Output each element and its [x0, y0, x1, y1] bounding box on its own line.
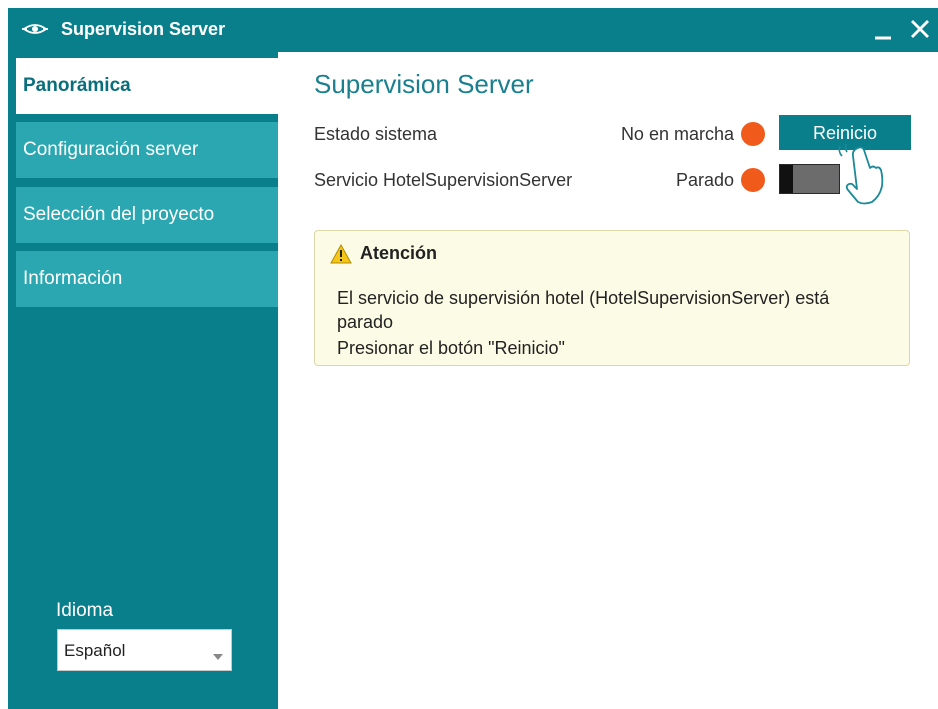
alert-message-line: El servicio de supervisión hotel (HotelS… [337, 288, 830, 308]
sidebar: Panorámica Configuración server Selecció… [8, 52, 278, 709]
language-select[interactable]: Español [57, 629, 232, 671]
sidebar-item-label: Configuración server [23, 139, 199, 160]
system-status-indicator [741, 122, 765, 146]
minimize-button[interactable] [874, 16, 892, 49]
alert-message-line: Presionar el botón "Reinicio" [337, 338, 565, 358]
sidebar-item-seleccion-proyecto[interactable]: Selección del proyecto [16, 187, 278, 243]
language-label: Idioma [56, 600, 114, 621]
close-button[interactable] [909, 16, 931, 49]
page-title: Supervision Server [314, 69, 534, 99]
sidebar-item-label: Información [23, 268, 123, 289]
service-status-indicator [741, 168, 765, 192]
system-status-value: No en marcha [620, 124, 734, 144]
sidebar-item-informacion[interactable]: Información [16, 251, 278, 307]
alert-message-line: parado [337, 312, 394, 332]
sidebar-item-panoramica[interactable]: Panorámica [16, 58, 278, 114]
sidebar-item-label: Panorámica [23, 75, 131, 96]
service-toggle[interactable] [779, 164, 840, 194]
system-status-label: Estado sistema [314, 124, 438, 144]
toggle-knob [780, 165, 793, 193]
pointing-hand-icon [836, 143, 886, 213]
service-status-label: Servicio HotelSupervisionServer [314, 170, 573, 190]
supervision-app-icon [22, 22, 48, 41]
main-panel: Supervision Server Estado sistema No en … [278, 52, 938, 709]
title-bar: Supervision Server [8, 8, 938, 52]
alert-title: Atención [360, 243, 438, 263]
attention-alert: Atención El servicio de supervisión hote… [314, 230, 910, 366]
window-title: Supervision Server [61, 19, 226, 39]
dropdown-arrow-icon [213, 647, 223, 665]
language-selected-value: Español [64, 641, 126, 660]
sidebar-item-configuracion-server[interactable]: Configuración server [16, 122, 278, 178]
sidebar-item-label: Selección del proyecto [23, 204, 215, 225]
service-status-value: Parado [675, 170, 734, 190]
app-window: Supervision Server Panorámica Configurac… [8, 8, 938, 709]
warning-icon [330, 243, 352, 269]
restart-button[interactable]: Reinicio [779, 115, 911, 150]
